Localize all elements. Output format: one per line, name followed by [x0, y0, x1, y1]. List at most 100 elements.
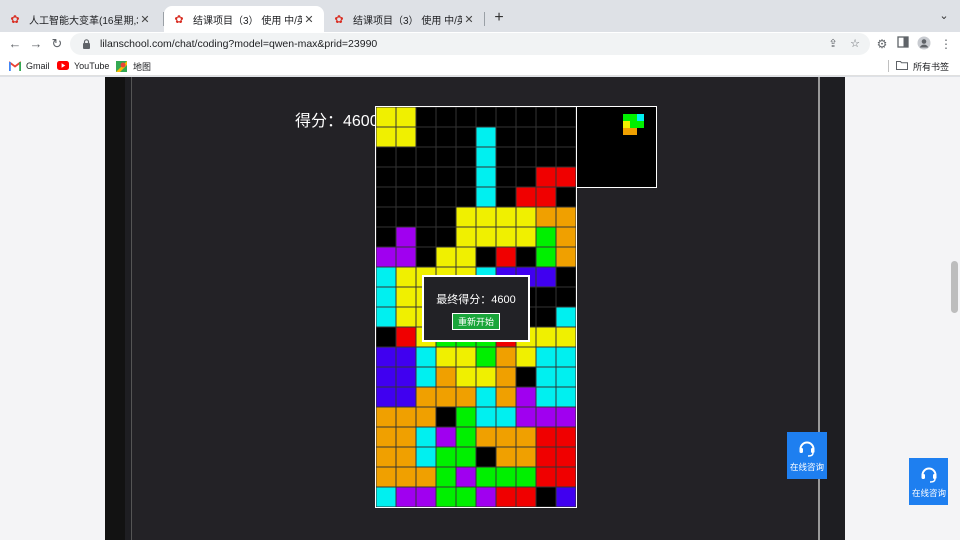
block-cell [415, 406, 437, 428]
folder-icon [896, 60, 908, 72]
block-cell [495, 466, 517, 488]
block-cell [475, 466, 497, 488]
online-consult-button[interactable]: 在线咨询 [787, 432, 827, 479]
block-cell [555, 346, 576, 368]
block-cell [395, 426, 417, 448]
online-consult-button[interactable]: 在线咨询 [909, 458, 949, 505]
empty-cell [376, 146, 397, 168]
block-cell [395, 126, 417, 148]
tab-course[interactable]: ✿ 人工智能大变革(16星期,32课时) ✕ [0, 6, 160, 32]
block-cell [555, 326, 576, 348]
bookmarks-divider [888, 60, 889, 72]
block-cell [623, 114, 630, 121]
empty-cell [495, 107, 517, 128]
block-cell [455, 466, 477, 488]
new-tab-button[interactable]: + [489, 8, 509, 28]
block-cell [395, 386, 417, 408]
back-arrow-icon[interactable]: ← [6, 35, 24, 53]
bookmark-gmail[interactable]: Gmail [8, 60, 50, 72]
empty-cell [376, 326, 397, 348]
final-score: 最终得分：4600 [436, 294, 516, 306]
empty-cell [535, 126, 557, 148]
tab-search-chevron-icon[interactable]: ⌄ [936, 8, 952, 24]
empty-cell [475, 246, 497, 268]
close-tab-icon[interactable]: ✕ [462, 13, 476, 26]
empty-cell [455, 126, 477, 148]
block-cell [515, 206, 537, 228]
block-cell [495, 346, 517, 368]
block-cell [515, 346, 537, 368]
forward-arrow-icon[interactable]: → [27, 35, 45, 53]
block-cell [475, 406, 497, 428]
block-cell [623, 121, 630, 128]
block-cell [555, 386, 576, 408]
empty-cell [495, 186, 517, 208]
block-cell [455, 226, 477, 248]
next-piece-preview [576, 106, 657, 188]
empty-cell [435, 166, 457, 188]
restart-button[interactable]: 重新开始 [451, 313, 500, 330]
block-cell [515, 186, 537, 208]
empty-cell [515, 146, 537, 168]
side-panel-icon[interactable] [895, 36, 911, 52]
block-cell [455, 446, 477, 468]
extension-icon[interactable]: ⚙ [874, 36, 890, 52]
empty-cell [376, 206, 397, 228]
block-cell [475, 386, 497, 408]
block-cell [475, 366, 497, 388]
all-bookmarks[interactable]: 所有书签 [896, 59, 949, 73]
bookmark-star-icon[interactable]: ☆ [848, 37, 862, 51]
empty-cell [415, 107, 437, 128]
empty-cell [637, 128, 644, 135]
block-cell [475, 206, 497, 228]
block-cell [555, 406, 576, 428]
empty-cell [475, 107, 497, 128]
empty-cell [376, 166, 397, 188]
empty-cell [415, 126, 437, 148]
block-cell [435, 486, 457, 507]
block-cell [495, 226, 517, 248]
block-cell [376, 266, 397, 288]
tab-project-active[interactable]: ✿ 结课项目（3） 使用 中/英文 编写 ✕ [164, 6, 324, 32]
reload-icon[interactable]: ↻ [48, 35, 66, 53]
block-cell [515, 466, 537, 488]
address-bar[interactable]: lilanschool.com/chat/coding?model=qwen-m… [70, 33, 870, 55]
page-viewport: 得分：4600 最终得分：4600 重新开始 在线咨询 在线咨询 [0, 77, 960, 540]
share-icon[interactable]: ⇪ [826, 37, 840, 51]
kebab-menu-icon[interactable]: ⋮ [938, 36, 954, 52]
empty-cell [435, 107, 457, 128]
block-cell [555, 246, 576, 268]
block-cell [376, 426, 397, 448]
empty-cell [535, 486, 557, 507]
scrollbar-thumb[interactable] [951, 261, 958, 313]
block-cell [515, 226, 537, 248]
block-cell [455, 486, 477, 507]
block-cell [495, 366, 517, 388]
profile-avatar-icon[interactable] [916, 36, 932, 52]
score-display: 得分：4600 [295, 113, 379, 130]
next-piece-grid [623, 114, 644, 135]
block-cell [395, 406, 417, 428]
headset-icon [797, 438, 817, 458]
bookmark-maps[interactable]: 地图 [116, 60, 151, 72]
block-cell [376, 366, 397, 388]
empty-cell [455, 166, 477, 188]
block-cell [376, 466, 397, 488]
empty-cell [555, 286, 576, 308]
empty-cell [535, 146, 557, 168]
block-cell [435, 366, 457, 388]
bookmark-youtube[interactable]: YouTube [57, 60, 109, 72]
block-cell [637, 121, 644, 128]
empty-cell [395, 186, 417, 208]
block-cell [535, 466, 557, 488]
block-cell [415, 346, 437, 368]
tab-project[interactable]: ✿ 结课项目（3） 使用 中/英文 编写 ✕ [324, 6, 484, 32]
block-cell [395, 326, 417, 348]
empty-cell [515, 366, 537, 388]
block-cell [455, 246, 477, 268]
block-cell [475, 126, 497, 148]
tab-title: 人工智能大变革(16星期,32课时) [29, 15, 138, 27]
close-tab-icon[interactable]: ✕ [138, 13, 152, 26]
block-cell [623, 128, 630, 135]
close-tab-icon[interactable]: ✕ [302, 13, 316, 26]
